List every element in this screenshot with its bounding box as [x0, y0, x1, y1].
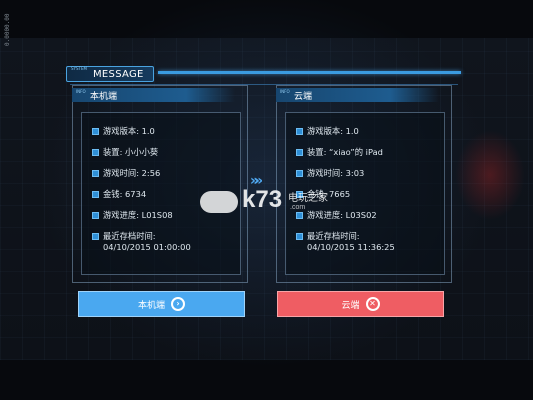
local-money: 金钱: 6734: [103, 189, 147, 199]
bullet-icon: [296, 128, 303, 135]
bullet-icon: [92, 233, 99, 240]
cloud-save-panel: INFO 云端 游戏版本: 1.0 装置: “xiao”的 iPad 游戏时间:…: [276, 85, 452, 283]
message-title-tab: SYSTEM MESSAGE: [66, 66, 154, 82]
local-progress-row: 游戏进度: L01S08: [92, 209, 173, 221]
local-last-save-row: 最近存档时间:: [92, 230, 156, 242]
local-last-save-label: 最近存档时间:: [103, 231, 156, 241]
close-circle-icon: ✕: [365, 297, 380, 311]
watermark-site-name: 电玩之家: [288, 193, 328, 204]
local-save-panel: INFO 本机端 游戏版本: 1.0 装置: 小小小葵 游戏时间: 2:56 金…: [72, 85, 248, 283]
title-tab-small-text: SYSTEM: [71, 66, 87, 71]
local-panel-tag: INFO: [76, 89, 86, 94]
local-money-row: 金钱: 6734: [92, 188, 146, 200]
cloud-panel-title: 云端: [294, 92, 313, 102]
bullet-icon: [92, 128, 99, 135]
cloud-last-save-row: 最近存档时间:: [296, 230, 360, 242]
bullet-icon: [296, 233, 303, 240]
cloud-last-save-value: 04/10/2015 11:36:25: [307, 242, 395, 252]
watermark-domain: .com: [290, 204, 306, 211]
dialog-title: MESSAGE: [93, 69, 144, 80]
watermark-logo: k73: [242, 186, 283, 213]
local-version-row: 游戏版本: 1.0: [92, 125, 155, 137]
bullet-icon: [92, 170, 99, 177]
use-local-save-button[interactable]: 本机端 ›: [78, 291, 245, 317]
bullet-icon: [92, 149, 99, 156]
gamepad-icon: [200, 191, 238, 213]
header-accent-line: [158, 71, 461, 74]
local-last-save-value: 04/10/2015 01:00:00: [103, 242, 191, 252]
cloud-playtime-row: 游戏时间: 3:03: [296, 167, 364, 179]
bullet-icon: [92, 212, 99, 219]
chevron-right-circle-icon: ›: [171, 297, 185, 311]
cloud-panel-header: INFO 云端: [276, 88, 439, 102]
cloud-panel-tag: INFO: [280, 89, 290, 94]
cloud-version-row: 游戏版本: 1.0: [296, 125, 359, 137]
cloud-device: 装置: “xiao”的 iPad: [307, 147, 383, 157]
use-cloud-save-button[interactable]: 云端 ✕: [277, 291, 444, 317]
local-device: 装置: 小小小葵: [103, 147, 159, 157]
k73-watermark: k73 电玩之家 .com: [200, 186, 330, 220]
local-version: 游戏版本: 1.0: [103, 126, 155, 136]
background-glow: [455, 130, 525, 220]
local-device-row: 装置: 小小小葵: [92, 146, 158, 158]
bullet-icon: [296, 170, 303, 177]
local-panel-title: 本机端: [90, 92, 118, 102]
cloud-device-row: 装置: “xiao”的 iPad: [296, 146, 383, 158]
cloud-last-save-label: 最近存档时间:: [307, 231, 360, 241]
local-playtime-row: 游戏时间: 2:56: [92, 167, 160, 179]
bullet-icon: [296, 149, 303, 156]
local-panel-header: INFO 本机端: [72, 88, 235, 102]
local-progress: 游戏进度: L01S08: [103, 210, 173, 220]
cloud-button-label: 云端: [341, 300, 360, 311]
cloud-version: 游戏版本: 1.0: [307, 126, 359, 136]
local-button-label: 本机端: [137, 300, 165, 311]
local-playtime: 游戏时间: 2:56: [103, 168, 161, 178]
bullet-icon: [92, 191, 99, 198]
version-text: 0.0000.00: [4, 13, 11, 46]
cloud-playtime: 游戏时间: 3:03: [307, 168, 365, 178]
